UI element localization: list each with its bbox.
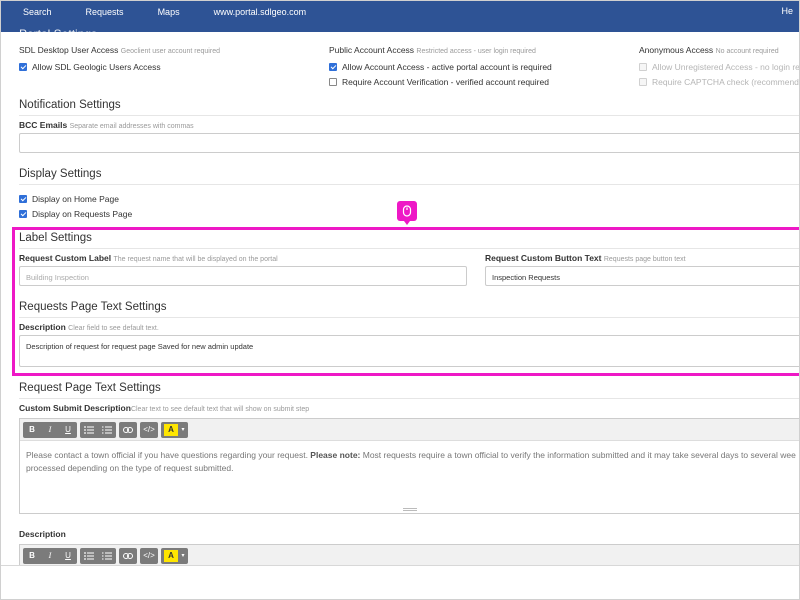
allow-account-access-option[interactable]: Allow Account Access - active portal acc… (329, 62, 552, 72)
require-verification-option[interactable]: Require Account Verification - verified … (329, 77, 549, 87)
bcc-emails-hint: Separate email addresses with commas (69, 123, 194, 130)
numbered-list-icon[interactable] (98, 548, 116, 564)
require-captcha-checkbox[interactable] (639, 78, 647, 86)
text-color-button[interactable]: A (164, 423, 178, 436)
resize-handle[interactable] (403, 508, 417, 511)
description2-label: Description (19, 529, 66, 539)
top-nav: Search Requests Maps www.portal.sdlgeo.c… (23, 7, 306, 17)
underline-button[interactable]: U (59, 548, 77, 564)
label-settings-heading: Label Settings (19, 232, 92, 244)
require-captcha-option[interactable]: Require CAPTCHA check (recommende (639, 77, 799, 87)
allow-sdl-users-checkbox[interactable] (19, 63, 27, 71)
allow-unregistered-checkbox[interactable] (639, 63, 647, 71)
allow-unregistered-option[interactable]: Allow Unregistered Access - no login re (639, 62, 799, 72)
divider (19, 248, 799, 249)
custom-label-hint: The request name that will be displayed … (113, 256, 278, 263)
button-text-hint: Requests page button text (603, 256, 686, 263)
nav-help[interactable]: He (781, 6, 793, 16)
bold-button[interactable]: B (23, 548, 41, 564)
italic-button[interactable]: I (41, 548, 59, 564)
chevron-down-icon[interactable]: ▾ (178, 552, 188, 559)
editor-toolbar: B I U </> A ▾ (20, 545, 799, 567)
submit-description-content[interactable]: Please contact a town official if you ha… (20, 441, 799, 483)
text-style-group: B I U (23, 421, 77, 438)
mouse-icon (402, 205, 412, 217)
custom-label-label: Request Custom Label The request name th… (19, 253, 278, 263)
list-group (80, 547, 116, 564)
page-title: Portal Settings (19, 27, 98, 41)
notification-settings-heading: Notification Settings (19, 99, 121, 111)
anonymous-access-heading: Anonymous Access No account required (639, 45, 779, 55)
color-group: A ▾ (161, 547, 188, 564)
link-group (119, 421, 137, 438)
editor-line: Please contact a town official if you ha… (26, 450, 796, 460)
display-settings-heading: Display Settings (19, 168, 102, 180)
annotation-pin-icon (397, 201, 417, 225)
require-verification-checkbox[interactable] (329, 78, 337, 86)
anonymous-access-hint: No account required (715, 48, 779, 55)
bcc-emails-label: BCC Emails Separate email addresses with… (19, 120, 194, 130)
bullet-list-icon[interactable] (80, 422, 98, 438)
editor-toolbar: B I U </> A ▾ (20, 419, 799, 441)
nav-maps[interactable]: Maps (158, 7, 180, 17)
editor-line: processed depending on the type of reque… (26, 463, 234, 473)
italic-button[interactable]: I (41, 422, 59, 438)
allow-account-access-checkbox[interactable] (329, 63, 337, 71)
link-icon[interactable] (119, 548, 137, 564)
chevron-down-icon[interactable]: ▾ (178, 426, 188, 433)
description-textarea[interactable]: Description of request for request page … (19, 335, 799, 367)
public-access-heading: Public Account Access Restricted access … (329, 45, 536, 55)
description-hint: Clear field to see default text. (68, 325, 159, 332)
bold-button[interactable]: B (23, 422, 41, 438)
submit-description-hint: Clear text to see default text that will… (130, 406, 310, 413)
link-group (119, 547, 137, 564)
submit-description-editor: B I U </> A ▾ Please contact a town offi… (19, 418, 799, 514)
text-style-group: B I U (23, 547, 77, 564)
bullet-list-icon[interactable] (80, 548, 98, 564)
desktop-access-heading: SDL Desktop User Access Geoclient user a… (19, 45, 220, 55)
code-view-button[interactable]: </> (140, 422, 158, 438)
allow-sdl-users-option[interactable]: Allow SDL Geologic Users Access (19, 62, 161, 72)
button-text-input[interactable]: Inspection Requests (485, 266, 799, 286)
custom-label-input[interactable]: Building Inspection (19, 266, 467, 286)
nav-search[interactable]: Search (23, 7, 52, 17)
divider (19, 115, 799, 116)
numbered-list-icon[interactable] (98, 422, 116, 438)
display-requests-option[interactable]: Display on Requests Page (19, 209, 132, 219)
code-group: </> (140, 421, 158, 438)
button-text-label: Request Custom Button Text Requests page… (485, 253, 686, 263)
request-page-text-heading: Request Page Text Settings (19, 382, 161, 394)
divider (19, 317, 799, 318)
display-home-option[interactable]: Display on Home Page (19, 194, 119, 204)
underline-button[interactable]: U (59, 422, 77, 438)
nav-requests[interactable]: Requests (86, 7, 124, 17)
public-access-hint: Restricted access - user login required (416, 48, 536, 55)
color-group: A ▾ (161, 421, 188, 438)
divider (19, 184, 799, 185)
text-color-button[interactable]: A (164, 549, 178, 562)
code-group: </> (140, 547, 158, 564)
link-icon[interactable] (119, 422, 137, 438)
list-group (80, 421, 116, 438)
code-view-button[interactable]: </> (140, 548, 158, 564)
app-window: Search Requests Maps www.portal.sdlgeo.c… (0, 0, 800, 600)
display-requests-checkbox[interactable] (19, 210, 27, 218)
page-footer-blank (1, 565, 799, 599)
top-nav-bar: Search Requests Maps www.portal.sdlgeo.c… (1, 1, 799, 41)
submit-description-label: Custom Submit DescriptionClear text to s… (19, 403, 310, 413)
description-label: Description Clear field to see default t… (19, 322, 159, 332)
display-home-checkbox[interactable] (19, 195, 27, 203)
nav-website[interactable]: www.portal.sdlgeo.com (214, 7, 307, 17)
requests-page-text-heading: Requests Page Text Settings (19, 301, 167, 313)
desktop-access-hint: Geoclient user account required (120, 48, 220, 55)
bcc-emails-input[interactable] (19, 133, 799, 153)
divider (19, 398, 799, 399)
